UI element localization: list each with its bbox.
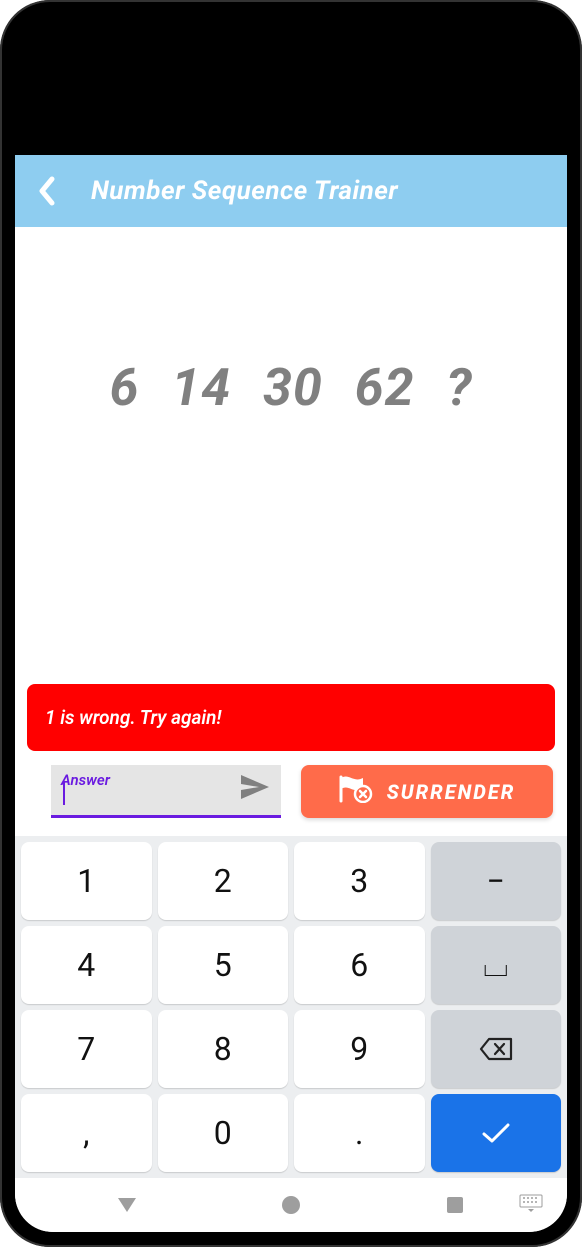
nav-home-button[interactable]	[271, 1195, 311, 1215]
surrender-label: SURRENDER	[387, 780, 516, 804]
key-8[interactable]: 8	[158, 1010, 289, 1088]
flag-x-icon	[339, 775, 373, 808]
key-backspace[interactable]	[431, 1010, 562, 1088]
key-minus[interactable]: −	[431, 842, 562, 920]
phone-frame: Number Sequence Trainer 6 14 30 62 ? 1 i…	[0, 0, 582, 1247]
keyboard-toggle-button[interactable]	[519, 1194, 543, 1216]
key-0[interactable]: 0	[158, 1094, 289, 1172]
backspace-icon	[479, 1037, 513, 1061]
answer-label: Answer	[61, 771, 110, 789]
circle-icon	[281, 1195, 301, 1215]
keyboard-icon	[519, 1194, 543, 1212]
error-banner: 1 is wrong. Try again!	[27, 684, 555, 751]
phone-inner: Number Sequence Trainer 6 14 30 62 ? 1 i…	[15, 15, 567, 1232]
number-sequence: 6 14 30 62 ?	[110, 357, 473, 418]
key-1[interactable]: 1	[21, 842, 152, 920]
nav-recents-button[interactable]	[435, 1196, 475, 1214]
page-title: Number Sequence Trainer	[91, 176, 398, 206]
sequence-area: 6 14 30 62 ?	[23, 227, 559, 680]
text-caret	[63, 781, 65, 805]
input-row: Answer	[23, 765, 559, 836]
key-2[interactable]: 2	[158, 842, 289, 920]
nav-back-button[interactable]	[107, 1196, 147, 1214]
key-9[interactable]: 9	[294, 1010, 425, 1088]
key-dot[interactable]: .	[294, 1094, 425, 1172]
triangle-down-icon	[116, 1196, 138, 1214]
key-5[interactable]: 5	[158, 926, 289, 1004]
surrender-button[interactable]: SURRENDER	[301, 765, 553, 818]
check-icon	[480, 1121, 512, 1145]
key-confirm[interactable]	[431, 1094, 562, 1172]
send-icon[interactable]	[239, 773, 271, 805]
main-content: 6 14 30 62 ? 1 is wrong. Try again! Answ…	[15, 227, 567, 836]
title-bar: Number Sequence Trainer	[15, 155, 567, 227]
key-7[interactable]: 7	[21, 1010, 152, 1088]
screen: Number Sequence Trainer 6 14 30 62 ? 1 i…	[15, 155, 567, 1232]
back-button[interactable]	[27, 171, 67, 211]
top-black-bar	[15, 15, 567, 155]
android-nav-bar	[15, 1178, 567, 1232]
key-6[interactable]: 6	[294, 926, 425, 1004]
key-4[interactable]: 4	[21, 926, 152, 1004]
key-3[interactable]: 3	[294, 842, 425, 920]
key-space[interactable]: ⌴	[431, 926, 562, 1004]
square-icon	[446, 1196, 464, 1214]
answer-input[interactable]: Answer	[51, 765, 281, 818]
chevron-left-icon	[37, 176, 57, 206]
numeric-keypad: 1 2 3 − 4 5 6 ⌴ 7 8 9 , 0 .	[15, 836, 567, 1178]
key-comma[interactable]: ,	[21, 1094, 152, 1172]
